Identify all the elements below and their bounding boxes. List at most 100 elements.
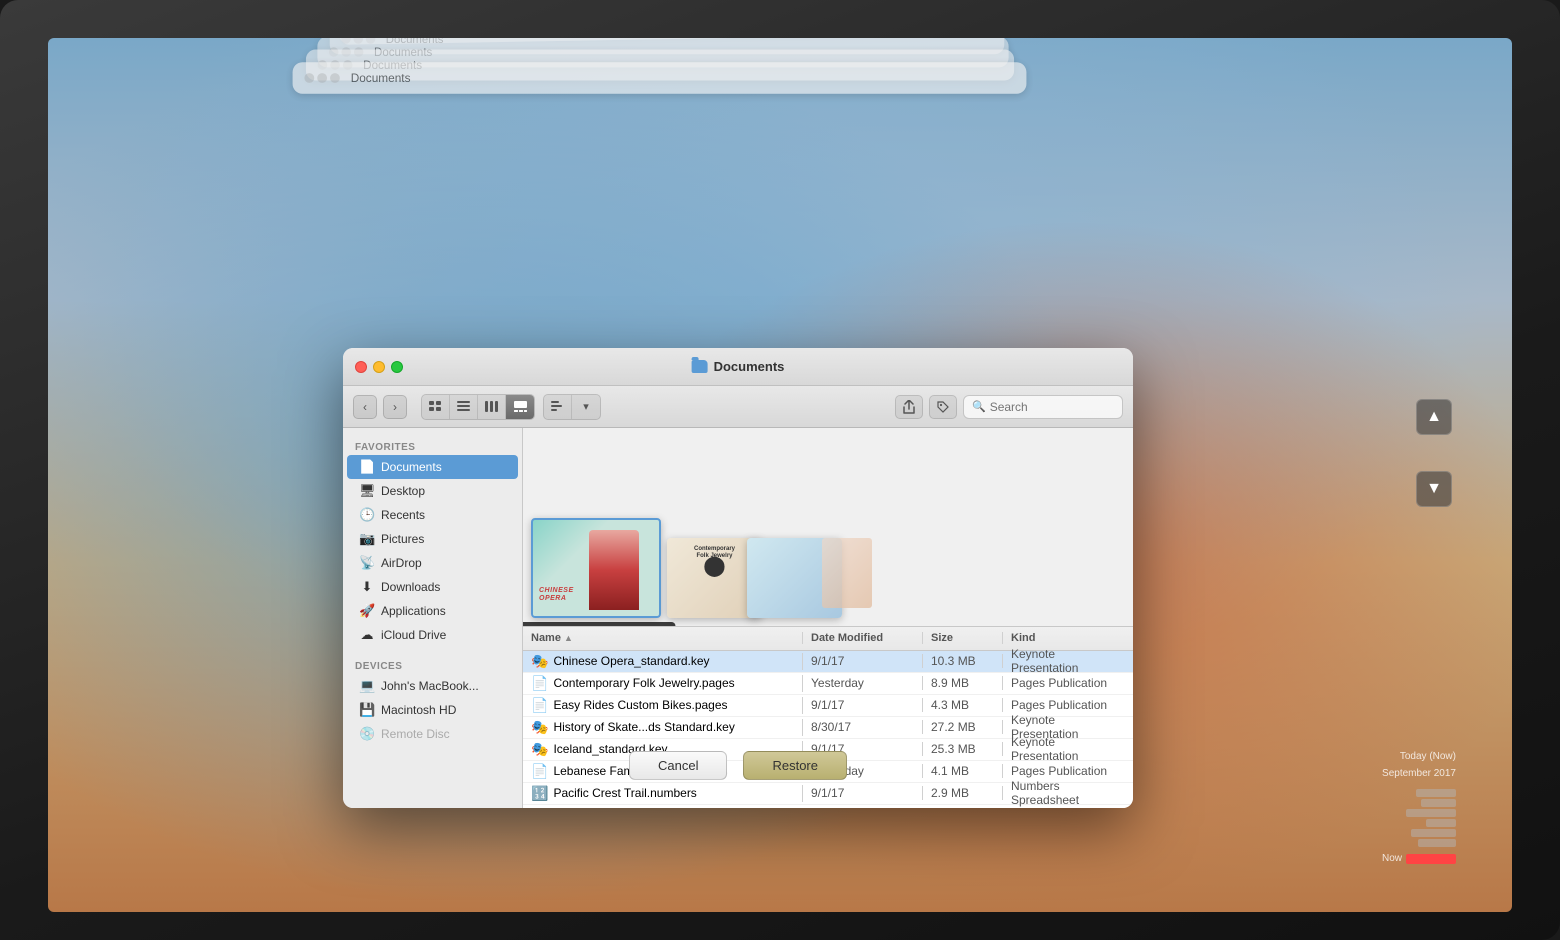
file-icon: 🎭 <box>531 719 548 736</box>
sort-arrow: ▲ <box>564 633 573 643</box>
time-machine-bar: ▲ ▼ Today (Now) September 2017 Now <box>1384 76 1464 884</box>
tm-timeline: Today (Now) September 2017 Now <box>1384 76 1464 884</box>
sidebar-item-pictures-label: Pictures <box>381 532 424 546</box>
titlebar-center: Documents <box>692 359 785 374</box>
header-size[interactable]: Size <box>923 632 1003 644</box>
sidebar-item-recents[interactable]: 🕒 Recents <box>347 503 518 527</box>
file-kind: Keynote Presentation <box>1003 647 1133 675</box>
opera-thumbnail: CHINESEOPERA <box>531 518 661 618</box>
sidebar-item-macbook-label: John's MacBook... <box>381 679 479 693</box>
tags-button[interactable] <box>929 395 957 419</box>
folk-group: ContemporaryFolk Jewelry <box>667 538 872 618</box>
folder-icon <box>692 360 708 373</box>
close-button[interactable] <box>355 361 367 373</box>
file-name: Contemporary Folk Jewelry.pages <box>553 676 734 690</box>
header-name[interactable]: Name ▲ <box>523 632 803 644</box>
tm-controls: ▲ ▼ <box>1416 399 1452 507</box>
forward-button[interactable]: › <box>383 395 407 419</box>
file-name: Easy Rides Custom Bikes.pages <box>553 698 727 712</box>
folk-thumbnail-container[interactable]: ContemporaryFolk Jewelry <box>667 538 872 618</box>
share-button[interactable] <box>895 395 923 419</box>
tm-down-button[interactable]: ▼ <box>1416 471 1452 507</box>
opera-thumb-text: CHINESEOPERA <box>539 587 574 604</box>
preview-area: CHINESEOPERA Chinese Opera_standard.key … <box>523 428 1133 627</box>
header-kind[interactable]: Kind <box>1003 632 1133 644</box>
sidebar-item-desktop[interactable]: 🖥 Desktop <box>347 479 518 503</box>
header-date[interactable]: Date Modified <box>803 632 923 644</box>
titlebar: Documents <box>343 348 1133 386</box>
hd-icon: 💾 <box>359 702 375 718</box>
search-icon: 🔍 <box>972 400 986 413</box>
tm-up-button[interactable]: ▲ <box>1416 399 1452 435</box>
file-date: Yesterday <box>803 676 923 690</box>
file-date: 9/1/17 <box>803 698 923 712</box>
macbook-icon: 💻 <box>359 678 375 694</box>
file-kind: Pages Publication <box>1003 676 1133 690</box>
file-icon: 📄 <box>531 675 548 692</box>
file-name: History of Skate...ds Standard.key <box>553 720 734 734</box>
tm-bar-6 <box>1418 839 1456 847</box>
finder-footer: Cancel Restore <box>343 738 1133 792</box>
downloads-icon: ⬇ <box>359 579 375 595</box>
tm-bar-4 <box>1426 819 1456 827</box>
tm-bar-2 <box>1421 799 1456 807</box>
tm-today-label: Today (Now) <box>1400 751 1456 762</box>
sidebar-item-applications[interactable]: 🚀 Applications <box>347 599 518 623</box>
file-name: Chinese Opera_standard.key <box>553 654 709 668</box>
tm-bar-5 <box>1411 829 1456 837</box>
file-date: 8/30/17 <box>803 720 923 734</box>
sidebar-item-airdrop[interactable]: 📡 AirDrop <box>347 551 518 575</box>
sidebar-item-pictures[interactable]: 📷 Pictures <box>347 527 518 551</box>
sidebar-item-downloads[interactable]: ⬇ Downloads <box>347 575 518 599</box>
sidebar-item-applications-label: Applications <box>381 604 446 618</box>
icon-view-button[interactable] <box>422 395 450 419</box>
file-row[interactable]: 🎭 Chinese Opera_standard.key 9/1/17 10.3… <box>523 651 1133 673</box>
arrange-button[interactable] <box>544 395 572 419</box>
selected-thumbnail[interactable]: CHINESEOPERA Chinese Opera_standard.key <box>531 518 661 618</box>
sidebar-item-downloads-label: Downloads <box>381 580 440 594</box>
minimize-button[interactable] <box>373 361 385 373</box>
sidebar-item-documents[interactable]: 📄 Documents <box>347 455 518 479</box>
desktop-icon: 🖥 <box>359 483 375 499</box>
sidebar-item-airdrop-label: AirDrop <box>381 556 422 570</box>
tm-now-label: Now <box>1382 853 1402 864</box>
restore-button[interactable]: Restore <box>743 751 847 780</box>
search-input[interactable] <box>990 400 1114 414</box>
tm-sep2017-label: September 2017 <box>1382 768 1456 779</box>
tm-now-row: Now <box>1382 853 1456 864</box>
sort-chevron[interactable]: ▾ <box>572 395 600 419</box>
tm-bar-1 <box>1416 789 1456 797</box>
gallery-view-button[interactable] <box>506 395 534 419</box>
file-size: 8.9 MB <box>923 676 1003 690</box>
sidebar-item-desktop-label: Desktop <box>381 484 425 498</box>
icloud-icon: ☁ <box>359 627 375 643</box>
sort-button-group: ▾ <box>543 394 601 420</box>
file-row[interactable]: 📄 Contemporary Folk Jewelry.pages Yester… <box>523 673 1133 695</box>
maximize-button[interactable] <box>391 361 403 373</box>
devices-label: Devices <box>343 655 522 674</box>
sidebar-item-hd[interactable]: 💾 Macintosh HD <box>347 698 518 722</box>
preview-thumbnails: CHINESEOPERA Chinese Opera_standard.key … <box>531 518 872 618</box>
search-box[interactable]: 🔍 <box>963 395 1123 419</box>
folk-text: ContemporaryFolk Jewelry <box>694 546 735 562</box>
desktop-background: Documents Documents Documents Documents … <box>48 38 1512 912</box>
file-size: 4.3 MB <box>923 698 1003 712</box>
cancel-button[interactable]: Cancel <box>629 751 727 780</box>
extra-thumbnail <box>822 538 872 608</box>
file-tooltip: Chinese Opera_standard.key <box>523 622 676 627</box>
favorites-label: Favorites <box>343 436 522 455</box>
back-button[interactable]: ‹ <box>353 395 377 419</box>
file-size: 10.3 MB <box>923 654 1003 668</box>
sidebar-item-hd-label: Macintosh HD <box>381 703 456 717</box>
window-controls[interactable] <box>355 361 403 373</box>
file-size: 27.2 MB <box>923 720 1003 734</box>
documents-icon: 📄 <box>359 459 375 475</box>
column-view-button[interactable] <box>478 395 506 419</box>
view-buttons <box>421 394 535 420</box>
list-view-button[interactable] <box>450 395 478 419</box>
sidebar-item-icloud[interactable]: ☁ iCloud Drive <box>347 623 518 647</box>
file-icon: 📄 <box>531 697 548 714</box>
sidebar-item-macbook[interactable]: 💻 John's MacBook... <box>347 674 518 698</box>
pictures-icon: 📷 <box>359 531 375 547</box>
file-kind: Pages Publication <box>1003 698 1133 712</box>
